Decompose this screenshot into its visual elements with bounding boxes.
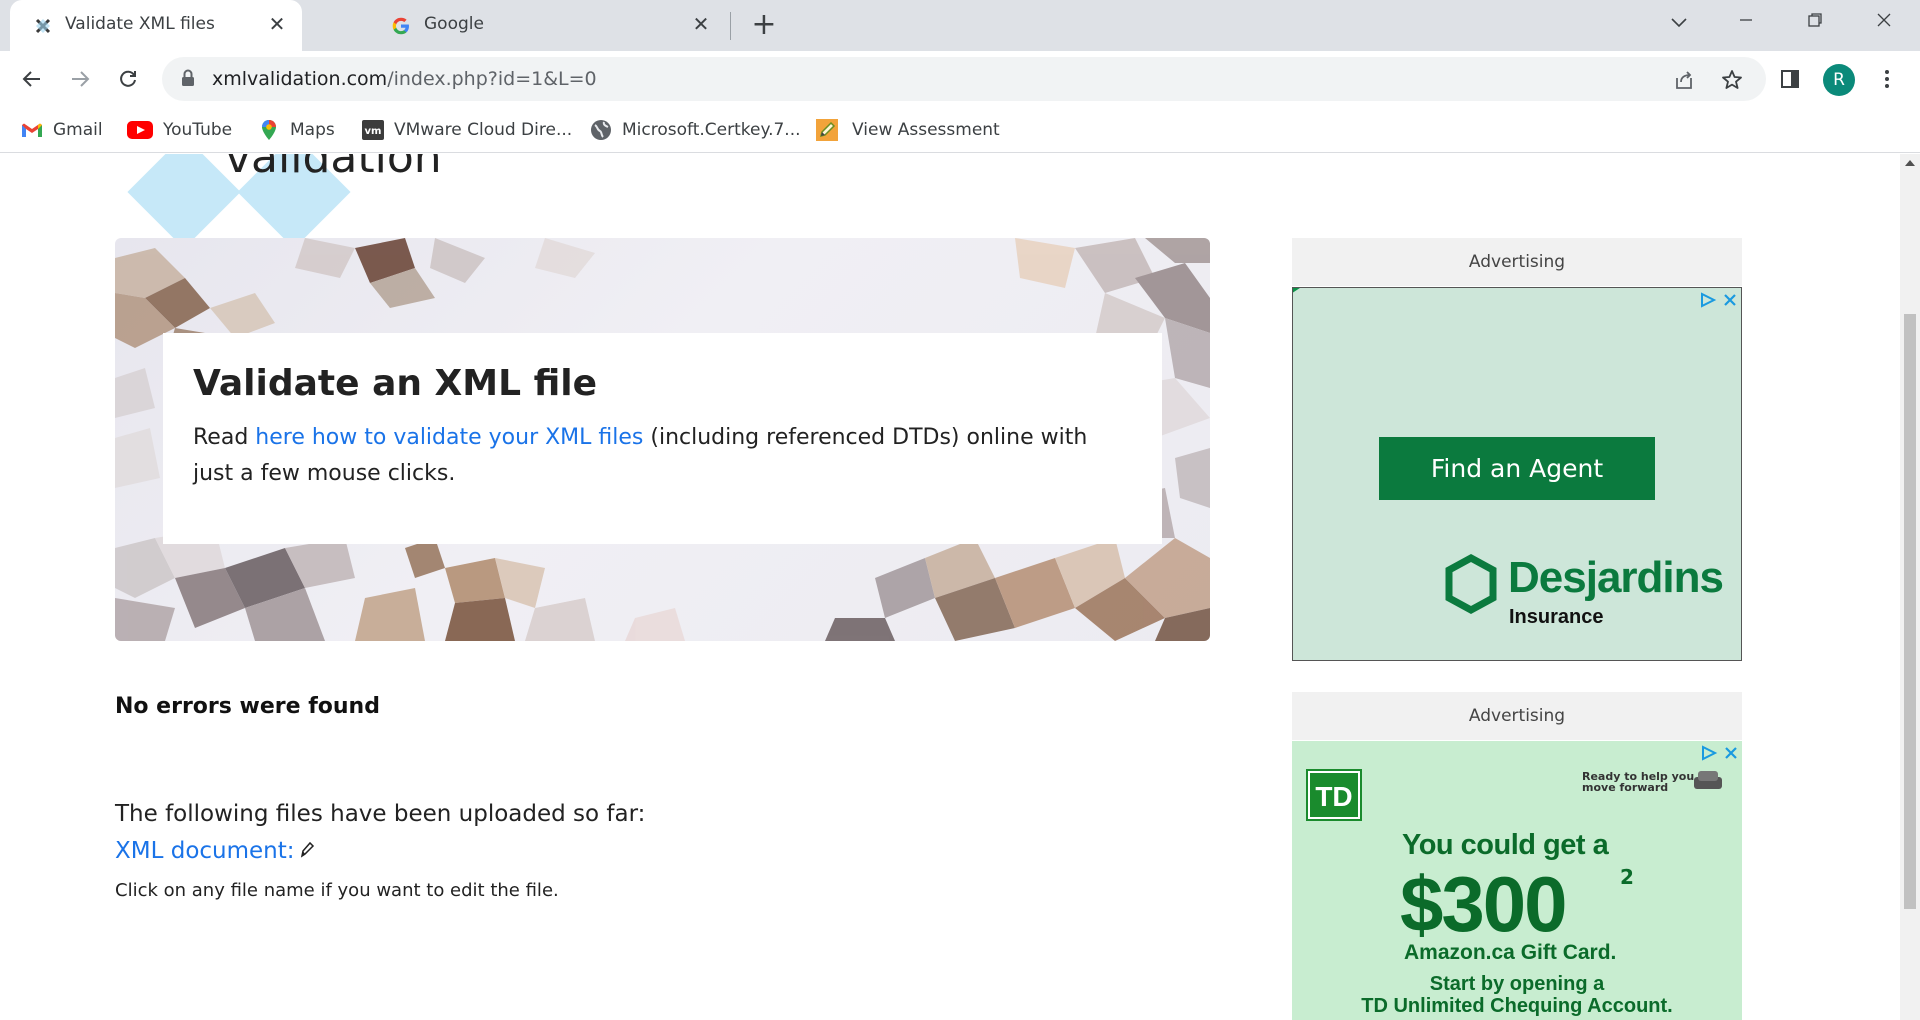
url-path: /index.php?id=1&L=0 xyxy=(387,68,597,90)
kebab-menu-icon[interactable] xyxy=(1875,67,1899,91)
tab-title: Google xyxy=(424,14,484,34)
page-content: validation Validate an XML file Read her… xyxy=(0,154,1900,1020)
ad-tagline: Ready to help you move forward xyxy=(1582,771,1694,793)
url-text[interactable]: xmlvalidation.com/index.php?id=1&L=0 xyxy=(212,68,597,90)
ad-choices[interactable] xyxy=(1700,745,1738,761)
uploaded-files-label: The following files have been uploaded s… xyxy=(115,801,646,827)
site-logo-text[interactable]: validation xyxy=(225,154,442,183)
scrollbar-thumb[interactable] xyxy=(1904,314,1916,909)
bookmark-label: View Assessment xyxy=(852,120,1000,140)
bookmark-view-assessment[interactable]: View Assessment xyxy=(816,116,1000,144)
ad-close-icon[interactable] xyxy=(1724,746,1738,760)
close-tab-icon[interactable]: ✕ xyxy=(266,13,288,35)
back-button[interactable] xyxy=(14,61,50,97)
ad-green-stripe xyxy=(1293,288,1540,307)
td-logo: TD xyxy=(1306,769,1362,821)
hero-text-before: Read xyxy=(193,425,256,450)
ad-footnote-mark: 2 xyxy=(1620,865,1634,889)
ad-brand: Desjardins xyxy=(1508,553,1724,602)
ad-headline: You could get a xyxy=(1402,829,1609,861)
lock-icon[interactable] xyxy=(180,68,196,92)
bookmark-label: Gmail xyxy=(53,120,103,140)
bookmark-maps[interactable]: Maps xyxy=(258,116,335,144)
ad-amount: $300 xyxy=(1400,860,1568,948)
bookmark-star-icon[interactable] xyxy=(1720,68,1744,92)
xmlvalidation-favicon-icon xyxy=(32,15,54,37)
pencil-icon xyxy=(816,119,838,141)
side-panel-icon[interactable] xyxy=(1778,67,1802,91)
find-an-agent-button[interactable]: Find an Agent xyxy=(1379,437,1655,500)
ad-choices[interactable] xyxy=(1699,292,1737,308)
profile-avatar[interactable]: R xyxy=(1823,64,1855,96)
bookmark-microsoft-certkey[interactable]: Microsoft.Certkey.7... xyxy=(590,116,801,144)
ad-close-icon[interactable] xyxy=(1723,293,1737,307)
advertising-label: Advertising xyxy=(1292,238,1742,286)
xml-document-link[interactable]: XML document: xyxy=(115,838,295,864)
bookmark-vmware[interactable]: vm VMware Cloud Dire... xyxy=(362,116,572,144)
bookmark-youtube[interactable]: YouTube xyxy=(127,116,232,144)
reload-button[interactable] xyxy=(110,61,146,97)
ad-gift-card: Amazon.ca Gift Card. xyxy=(1404,941,1617,964)
gmail-icon xyxy=(21,119,43,141)
edit-pencil-icon[interactable] xyxy=(299,838,315,864)
close-window-icon[interactable] xyxy=(1866,8,1902,38)
ad-brand-sub: Insurance xyxy=(1509,606,1604,628)
globe-icon xyxy=(590,119,612,141)
tab-strip: Validate XML files ✕ Google ✕ + xyxy=(0,0,1920,51)
how-to-validate-link[interactable]: here how to validate your XML files xyxy=(255,425,643,450)
tab-search-chevron-down-icon[interactable] xyxy=(1661,8,1697,38)
bookmark-label: VMware Cloud Dire... xyxy=(394,120,573,140)
vmware-icon: vm xyxy=(362,119,384,141)
youtube-icon xyxy=(127,119,153,141)
minimize-icon[interactable] xyxy=(1728,8,1764,38)
adchoices-play-icon[interactable] xyxy=(1700,745,1718,761)
page-scrollbar[interactable] xyxy=(1900,154,1920,1020)
xml-document-file[interactable]: XML document: xyxy=(115,838,315,864)
edit-hint: Click on any file name if you want to ed… xyxy=(115,880,559,901)
new-tab-button[interactable]: + xyxy=(748,10,780,42)
maps-icon xyxy=(258,119,280,141)
armchair-icon xyxy=(1694,771,1722,789)
ad-cta-line1: Start by opening a xyxy=(1429,973,1605,995)
restore-icon[interactable] xyxy=(1797,8,1833,38)
hero-description: Read here how to validate your XML files… xyxy=(193,420,1133,492)
bookmark-gmail[interactable]: Gmail xyxy=(21,116,103,144)
hero-heading: Validate an XML file xyxy=(193,363,598,404)
share-icon[interactable] xyxy=(1672,68,1696,92)
ad-call-to-action: Start by opening a TD Unlimited Chequing … xyxy=(1292,973,1742,1017)
intro-card: Validate an XML file Read here how to va… xyxy=(163,333,1162,544)
toolbar: xmlvalidation.com/index.php?id=1&L=0 R xyxy=(0,51,1920,107)
tab-title: Validate XML files xyxy=(65,14,215,34)
desjardins-hexagon-icon xyxy=(1445,554,1497,614)
address-bar[interactable]: xmlvalidation.com/index.php?id=1&L=0 xyxy=(162,57,1766,101)
hero-banner: Validate an XML file Read here how to va… xyxy=(115,238,1210,641)
bookmark-label: Microsoft.Certkey.7... xyxy=(622,120,801,140)
desjardins-ad[interactable]: Find an Agent Desjardins Insurance xyxy=(1292,287,1742,661)
td-bank-ad[interactable]: TD Ready to help you move forward You cou… xyxy=(1292,741,1742,1020)
forward-button[interactable] xyxy=(62,61,98,97)
advertising-label: Advertising xyxy=(1292,692,1742,740)
ad-tagline-line2: move forward xyxy=(1582,781,1669,794)
svg-text:vm: vm xyxy=(365,126,382,137)
logo-diamond-left xyxy=(127,154,241,249)
scroll-up-arrow-icon[interactable] xyxy=(1905,160,1915,166)
tab-google[interactable]: Google ✕ xyxy=(368,0,726,51)
bookmarks-bar: Gmail YouTube Maps vm VMware Cloud Dire.… xyxy=(0,107,1920,153)
bookmark-label: YouTube xyxy=(163,120,233,140)
tab-separator xyxy=(730,12,731,40)
adchoices-play-icon[interactable] xyxy=(1699,292,1717,308)
close-tab-icon[interactable]: ✕ xyxy=(690,13,712,35)
tab-validate-xml[interactable]: Validate XML files ✕ xyxy=(10,0,302,51)
google-favicon-icon xyxy=(390,15,412,37)
ad-cta-line2: TD Unlimited Chequing Account. xyxy=(1361,995,1673,1017)
validation-result: No errors were found xyxy=(115,694,380,719)
url-domain: xmlvalidation.com xyxy=(212,68,388,90)
bookmark-label: Maps xyxy=(290,120,335,140)
